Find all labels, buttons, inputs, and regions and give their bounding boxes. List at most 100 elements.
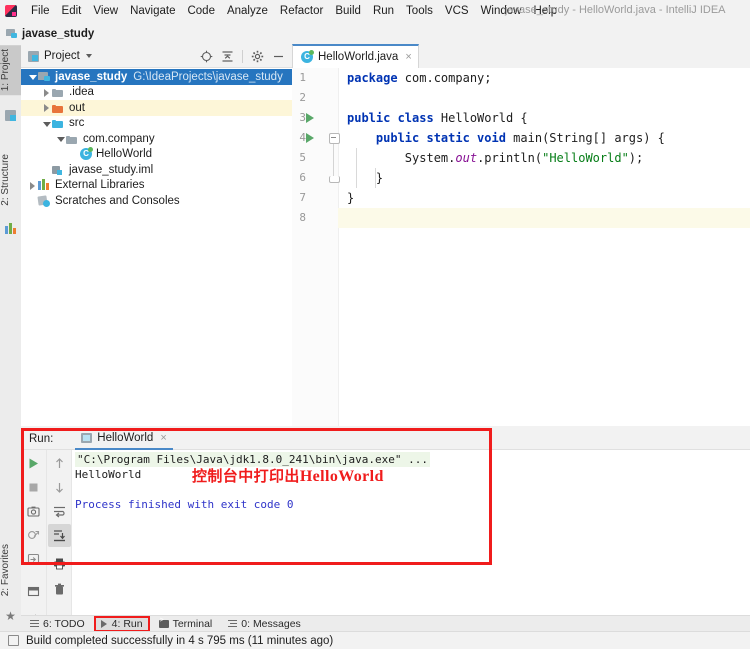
run-panel-label: Run:	[29, 433, 54, 445]
line-number: 4	[299, 131, 306, 144]
trash-icon[interactable]	[48, 578, 71, 601]
tree-item-scratches-and-consoles[interactable]: Scratches and Consoles	[21, 193, 292, 209]
tree-item-src[interactable]: src	[21, 116, 292, 132]
bottom-item-terminal[interactable]: Terminal	[152, 617, 220, 631]
sidebar-item-favorites[interactable]: 2: Favorites	[0, 540, 21, 600]
chevron-right-icon[interactable]	[27, 180, 38, 191]
bottom-item-todo[interactable]: 6: TODO	[23, 617, 92, 631]
sidebar-item-structure-label: 2: Structure	[0, 154, 11, 206]
up-arrow-icon[interactable]	[48, 452, 71, 475]
sidebar-item-project[interactable]: 1: Project	[0, 45, 21, 96]
menu-item-refactor[interactable]: Refactor	[274, 3, 329, 19]
run-gutter-icon[interactable]	[306, 133, 314, 143]
tree-item-label: Scratches and Consoles	[55, 194, 180, 207]
menu-item-label: Code	[187, 5, 215, 17]
editor-gutter[interactable]: 1 2 3 4 5 6 7 8	[292, 68, 340, 426]
menu-item-analyze[interactable]: Analyze	[221, 3, 274, 19]
code-token: "HelloWorld"	[542, 151, 629, 165]
run-tab-label: HelloWorld	[97, 432, 154, 444]
locate-icon[interactable]	[197, 47, 216, 66]
project-tree: javase_study G:\IdeaProjects\javase_study…	[21, 68, 292, 426]
export-icon[interactable]	[22, 548, 45, 571]
breadcrumb[interactable]: javase_study	[6, 28, 94, 40]
scroll-to-end-icon[interactable]	[48, 524, 71, 547]
menu-item-navigate[interactable]: Navigate	[124, 3, 181, 19]
console-output[interactable]: "C:\Program Files\Java\jdk1.8.0_241\bin\…	[73, 450, 750, 615]
menu-item-build[interactable]: Build	[329, 3, 367, 19]
tree-item-label: HelloWorld	[96, 148, 153, 161]
chevron-right-icon[interactable]	[41, 102, 52, 113]
tree-item-out[interactable]: out	[21, 100, 292, 116]
menu-item-label: Run	[372, 5, 395, 17]
code-token: out	[455, 151, 478, 165]
code-token: package	[347, 71, 398, 85]
menu-item-run[interactable]: Run	[367, 3, 400, 19]
editor-tab-label: HelloWorld.java	[318, 51, 399, 63]
menu-item-label: File	[31, 5, 50, 17]
indent-guide	[356, 148, 357, 188]
project-panel-header: Project	[21, 45, 292, 68]
tree-item-com-company[interactable]: com.company	[21, 131, 292, 147]
tree-item-external-libraries[interactable]: External Libraries	[21, 178, 292, 194]
menu-item-file[interactable]: File	[25, 3, 56, 19]
menu-item-vcs[interactable]: VCS	[439, 3, 475, 19]
chevron-down-icon[interactable]	[55, 133, 66, 144]
code-area[interactable]: 1 2 3 4 5 6 7 8 package com.company; public cla…	[292, 68, 750, 426]
project-panel-title-group[interactable]: Project	[28, 50, 92, 62]
chevron-down-icon[interactable]	[27, 71, 38, 82]
sidebar-item-structure[interactable]: 2: Structure	[0, 150, 21, 210]
rerun-icon[interactable]	[22, 452, 45, 475]
bottom-item-run[interactable]: 4: Run	[93, 616, 150, 632]
line-number: 1	[299, 71, 306, 84]
minimize-icon[interactable]	[269, 47, 288, 66]
down-arrow-icon[interactable]	[48, 476, 71, 499]
messages-icon	[228, 620, 238, 628]
tab-helloworld-java[interactable]: C HelloWorld.java ×	[292, 44, 419, 68]
chevron-down-icon[interactable]	[41, 118, 52, 129]
line-number: 8	[299, 211, 306, 224]
camera-icon[interactable]	[22, 500, 45, 523]
menu-item-view[interactable]: View	[87, 3, 124, 19]
tree-item-javase-study[interactable]: javase_study G:\IdeaProjects\javase_study	[21, 69, 292, 85]
status-bar: Build completed successfully in 4 s 795 …	[0, 631, 750, 649]
code-token: main(String[] args) {	[505, 131, 665, 145]
gear-icon[interactable]	[248, 47, 267, 66]
tree-item--idea[interactable]: .idea	[21, 85, 292, 101]
run-tab-helloworld[interactable]: HelloWorld ×	[75, 429, 173, 450]
menu-item-label: Navigate	[130, 5, 176, 17]
navigation-bar: javase_study	[0, 22, 750, 46]
project-icon	[5, 110, 16, 121]
tree-item-helloworld[interactable]: C HelloWorld	[21, 147, 292, 163]
annotation-text-en: HelloWorld	[299, 468, 384, 485]
close-icon[interactable]: ×	[160, 433, 166, 444]
layout-icon[interactable]	[22, 580, 45, 603]
run-gutter-icon[interactable]	[306, 113, 314, 123]
editor-tab-bar: C HelloWorld.java ×	[292, 44, 750, 69]
menu-item-tools[interactable]: Tools	[400, 3, 439, 19]
stop-icon[interactable]	[22, 476, 45, 499]
chevron-down-icon[interactable]	[85, 54, 92, 58]
tree-item-javase-study-iml[interactable]: javase_study.iml	[21, 162, 292, 178]
package-icon	[66, 133, 79, 145]
bottom-item-terminal-label: Terminal	[172, 618, 213, 630]
run-tool-window: Run: HelloWorld × "C:\Program Files\Java…	[21, 429, 750, 626]
print-icon[interactable]	[48, 552, 71, 575]
code-line-3: public class HelloWorld {	[338, 108, 750, 128]
line-number: 6	[299, 171, 306, 184]
code-text[interactable]: package com.company; public class HelloW…	[338, 68, 750, 426]
run-config-icon	[81, 433, 93, 443]
close-icon[interactable]: ×	[405, 52, 411, 63]
rerun-failed-icon[interactable]	[22, 524, 45, 547]
collapse-all-icon[interactable]	[218, 47, 237, 66]
chevron-right-icon[interactable]	[41, 87, 52, 98]
libraries-icon	[38, 179, 51, 192]
menu-item-edit[interactable]: Edit	[56, 3, 88, 19]
soft-wrap-icon[interactable]	[48, 500, 71, 523]
bottom-tool-bar: 6: TODO 4: Run Terminal 0: Messages	[21, 615, 750, 632]
bottom-item-messages[interactable]: 0: Messages	[221, 617, 308, 631]
menu-item-code[interactable]: Code	[181, 3, 221, 19]
